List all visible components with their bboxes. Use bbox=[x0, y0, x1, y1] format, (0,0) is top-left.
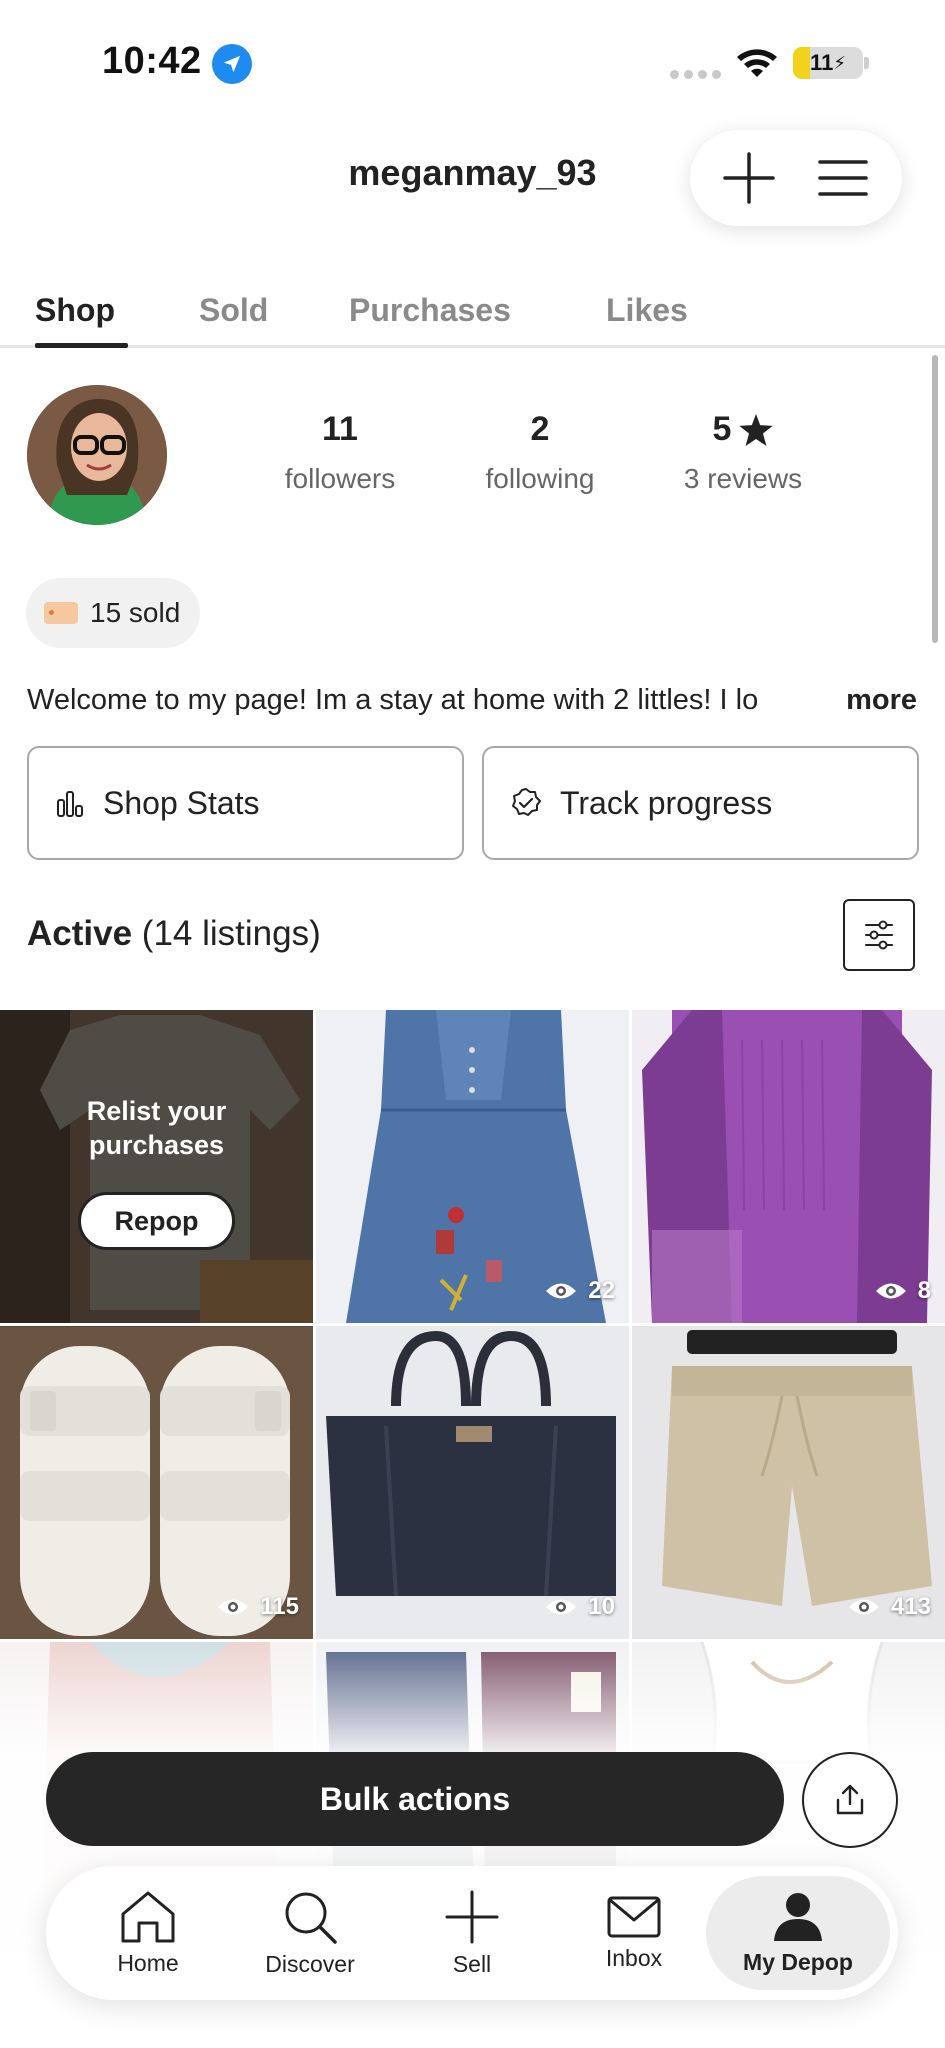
nav-my-depop[interactable]: My Depop bbox=[706, 1876, 890, 1990]
eye-icon bbox=[875, 1283, 906, 1299]
filter-button[interactable] bbox=[843, 899, 915, 971]
nav-discover-label: Discover bbox=[265, 1950, 355, 1977]
view-count: 413 bbox=[847, 1593, 931, 1621]
track-progress-label: Track progress bbox=[560, 784, 773, 821]
bio: Welcome to my page! Im a stay at home wi… bbox=[27, 684, 917, 717]
listings-count: (14 listings) bbox=[141, 914, 321, 953]
eye-icon bbox=[218, 1599, 249, 1615]
add-listing-button[interactable] bbox=[713, 142, 785, 214]
share-button[interactable] bbox=[802, 1752, 898, 1848]
nav-inbox-label: Inbox bbox=[605, 1944, 663, 1971]
search-icon bbox=[285, 1892, 337, 1944]
bulk-actions-button[interactable]: Bulk actions bbox=[46, 1752, 784, 1846]
hamburger-menu-icon bbox=[818, 160, 868, 196]
profile-tabs: Shop Sold Purchases Likes bbox=[0, 284, 945, 348]
repop-button[interactable]: Repop bbox=[78, 1192, 235, 1250]
location-arrow-icon bbox=[212, 44, 252, 84]
scrollbar[interactable] bbox=[932, 355, 938, 643]
plus-icon bbox=[445, 1890, 499, 1943]
followers-label: followers bbox=[284, 463, 396, 494]
cellular-signal-icon bbox=[670, 70, 721, 79]
view-count: 10 bbox=[544, 1593, 615, 1621]
eye-icon bbox=[546, 1599, 577, 1615]
price-tag-icon bbox=[44, 602, 78, 624]
sold-count-text: 15 sold bbox=[90, 597, 181, 628]
mail-icon bbox=[607, 1896, 661, 1937]
shop-stats-button[interactable]: Shop Stats bbox=[27, 746, 464, 860]
following-count: 2 bbox=[530, 410, 550, 448]
nav-home-label: Home bbox=[117, 1949, 179, 1976]
menu-button[interactable] bbox=[807, 142, 879, 214]
home-icon bbox=[121, 1891, 175, 1942]
header-actions bbox=[690, 130, 902, 226]
nav-discover[interactable]: Discover bbox=[230, 1866, 390, 2000]
reviews-label: 3 reviews bbox=[683, 463, 803, 494]
active-listings-heading: Active (14 listings) bbox=[27, 914, 321, 954]
followers-stat[interactable]: 11 followers bbox=[270, 410, 410, 495]
plus-icon bbox=[723, 152, 775, 204]
listing-tile[interactable]: 413 bbox=[632, 1326, 945, 1639]
tab-shop[interactable]: Shop bbox=[35, 292, 115, 329]
tab-sold[interactable]: Sold bbox=[199, 292, 268, 329]
nav-sell-label: Sell bbox=[452, 1950, 492, 1977]
listing-tile[interactable]: 10 bbox=[316, 1326, 629, 1639]
view-count: 115 bbox=[216, 1593, 299, 1621]
share-icon bbox=[836, 1784, 864, 1815]
bio-more-link[interactable]: more bbox=[846, 684, 917, 717]
active-label: Active bbox=[27, 914, 133, 953]
bio-text: Welcome to my page! Im a stay at home wi… bbox=[27, 684, 759, 716]
status-time: 10:42 bbox=[102, 40, 202, 82]
following-label: following bbox=[485, 463, 595, 494]
following-stat[interactable]: 2 following bbox=[470, 410, 610, 495]
profile-icon bbox=[774, 1892, 822, 1941]
nav-inbox[interactable]: Inbox bbox=[554, 1866, 714, 2000]
wifi-icon bbox=[735, 46, 779, 83]
eye-icon bbox=[546, 1283, 577, 1299]
nav-home[interactable]: Home bbox=[68, 1866, 228, 2000]
active-tab-indicator bbox=[35, 343, 128, 348]
star-icon bbox=[739, 413, 774, 446]
view-count: 22 bbox=[544, 1277, 615, 1305]
nav-sell[interactable]: Sell bbox=[392, 1866, 552, 2000]
shop-stats-label: Shop Stats bbox=[103, 784, 260, 821]
verified-badge-icon bbox=[512, 788, 541, 816]
relist-purchases-tile[interactable]: Relist your purchases Repop bbox=[0, 1010, 313, 1323]
tab-likes[interactable]: Likes bbox=[606, 292, 688, 329]
track-progress-button[interactable]: Track progress bbox=[482, 746, 919, 860]
nav-my-depop-label: My Depop bbox=[743, 1948, 853, 1975]
rating-value: 5 bbox=[712, 410, 732, 448]
relist-text: Relist your purchases bbox=[86, 1096, 227, 1160]
view-count: 8 bbox=[874, 1277, 931, 1305]
followers-count: 11 bbox=[322, 410, 358, 448]
listing-tile[interactable]: 22 bbox=[316, 1010, 629, 1323]
battery-percent: 11 bbox=[810, 50, 834, 75]
bottom-navigation: Home Discover Sell Inbox My Depop bbox=[46, 1866, 898, 2000]
eye-icon bbox=[848, 1599, 879, 1615]
avatar[interactable] bbox=[27, 385, 167, 525]
sliders-icon bbox=[865, 920, 893, 950]
bar-chart-icon bbox=[57, 791, 83, 817]
reviews-stat[interactable]: 5 3 reviews bbox=[668, 410, 818, 495]
tab-purchases[interactable]: Purchases bbox=[349, 292, 511, 329]
listing-tile[interactable]: 115 bbox=[0, 1326, 313, 1639]
sold-count-badge: 15 sold bbox=[26, 578, 201, 648]
listing-tile[interactable]: 8 bbox=[632, 1010, 945, 1323]
battery-icon: 11 ⚡ bbox=[793, 47, 863, 79]
status-bar: 10:42 11 ⚡ bbox=[0, 0, 945, 120]
